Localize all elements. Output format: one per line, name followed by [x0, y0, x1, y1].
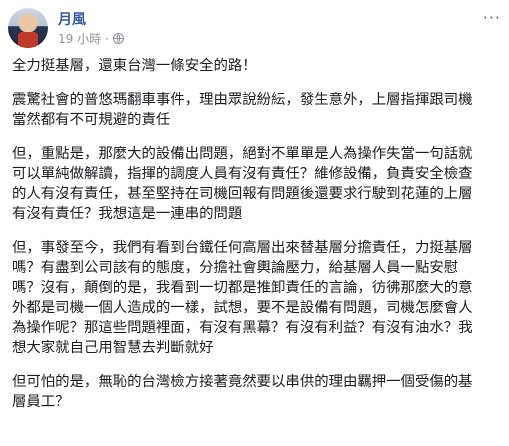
author-avatar[interactable]: [8, 8, 48, 48]
post-paragraph: 但，重點是，那麼大的設備出問題，絕對不單單是人為操作失當一句話就 可以單純做解讀…: [12, 146, 473, 222]
avatar-figure: [18, 32, 38, 48]
post-paragraph: 震驚社會的普悠瑪翻車事件，理由眾說紛紜，發生意外，上層指揮跟司機 當然都有不可規…: [12, 92, 473, 128]
meta-separator: ·: [105, 31, 109, 46]
post-header: 月風 19 小時 · ···: [8, 6, 501, 52]
post-meta: 19 小時 ·: [58, 30, 124, 47]
author-name[interactable]: 月風: [58, 9, 86, 29]
more-options-icon[interactable]: ···: [483, 10, 501, 26]
post-paragraph: 但，事發至今，我們有看到台鐵任何高層出來替基層分擔責任，力挺基層 嗎？有盡到公司…: [12, 240, 473, 356]
post-body: 全力挺基層，還東台灣一條安全的路！ 震驚社會的普悠瑪翻車事件，理由眾說紛紜，發生…: [12, 56, 496, 426]
post-timestamp[interactable]: 19 小時: [58, 30, 101, 47]
post-paragraph: 全力挺基層，還東台灣一條安全的路！: [12, 58, 257, 74]
post-paragraph: 但可怕的是，無恥的台灣檢方接著竟然要以串供的理由羈押一個受傷的基 層員工？: [12, 374, 473, 410]
facebook-post: 月風 19 小時 · ··· 全力挺基層，還東台灣一條安全的路！ 震驚社會的普悠…: [0, 0, 509, 446]
globe-icon[interactable]: [112, 33, 124, 44]
